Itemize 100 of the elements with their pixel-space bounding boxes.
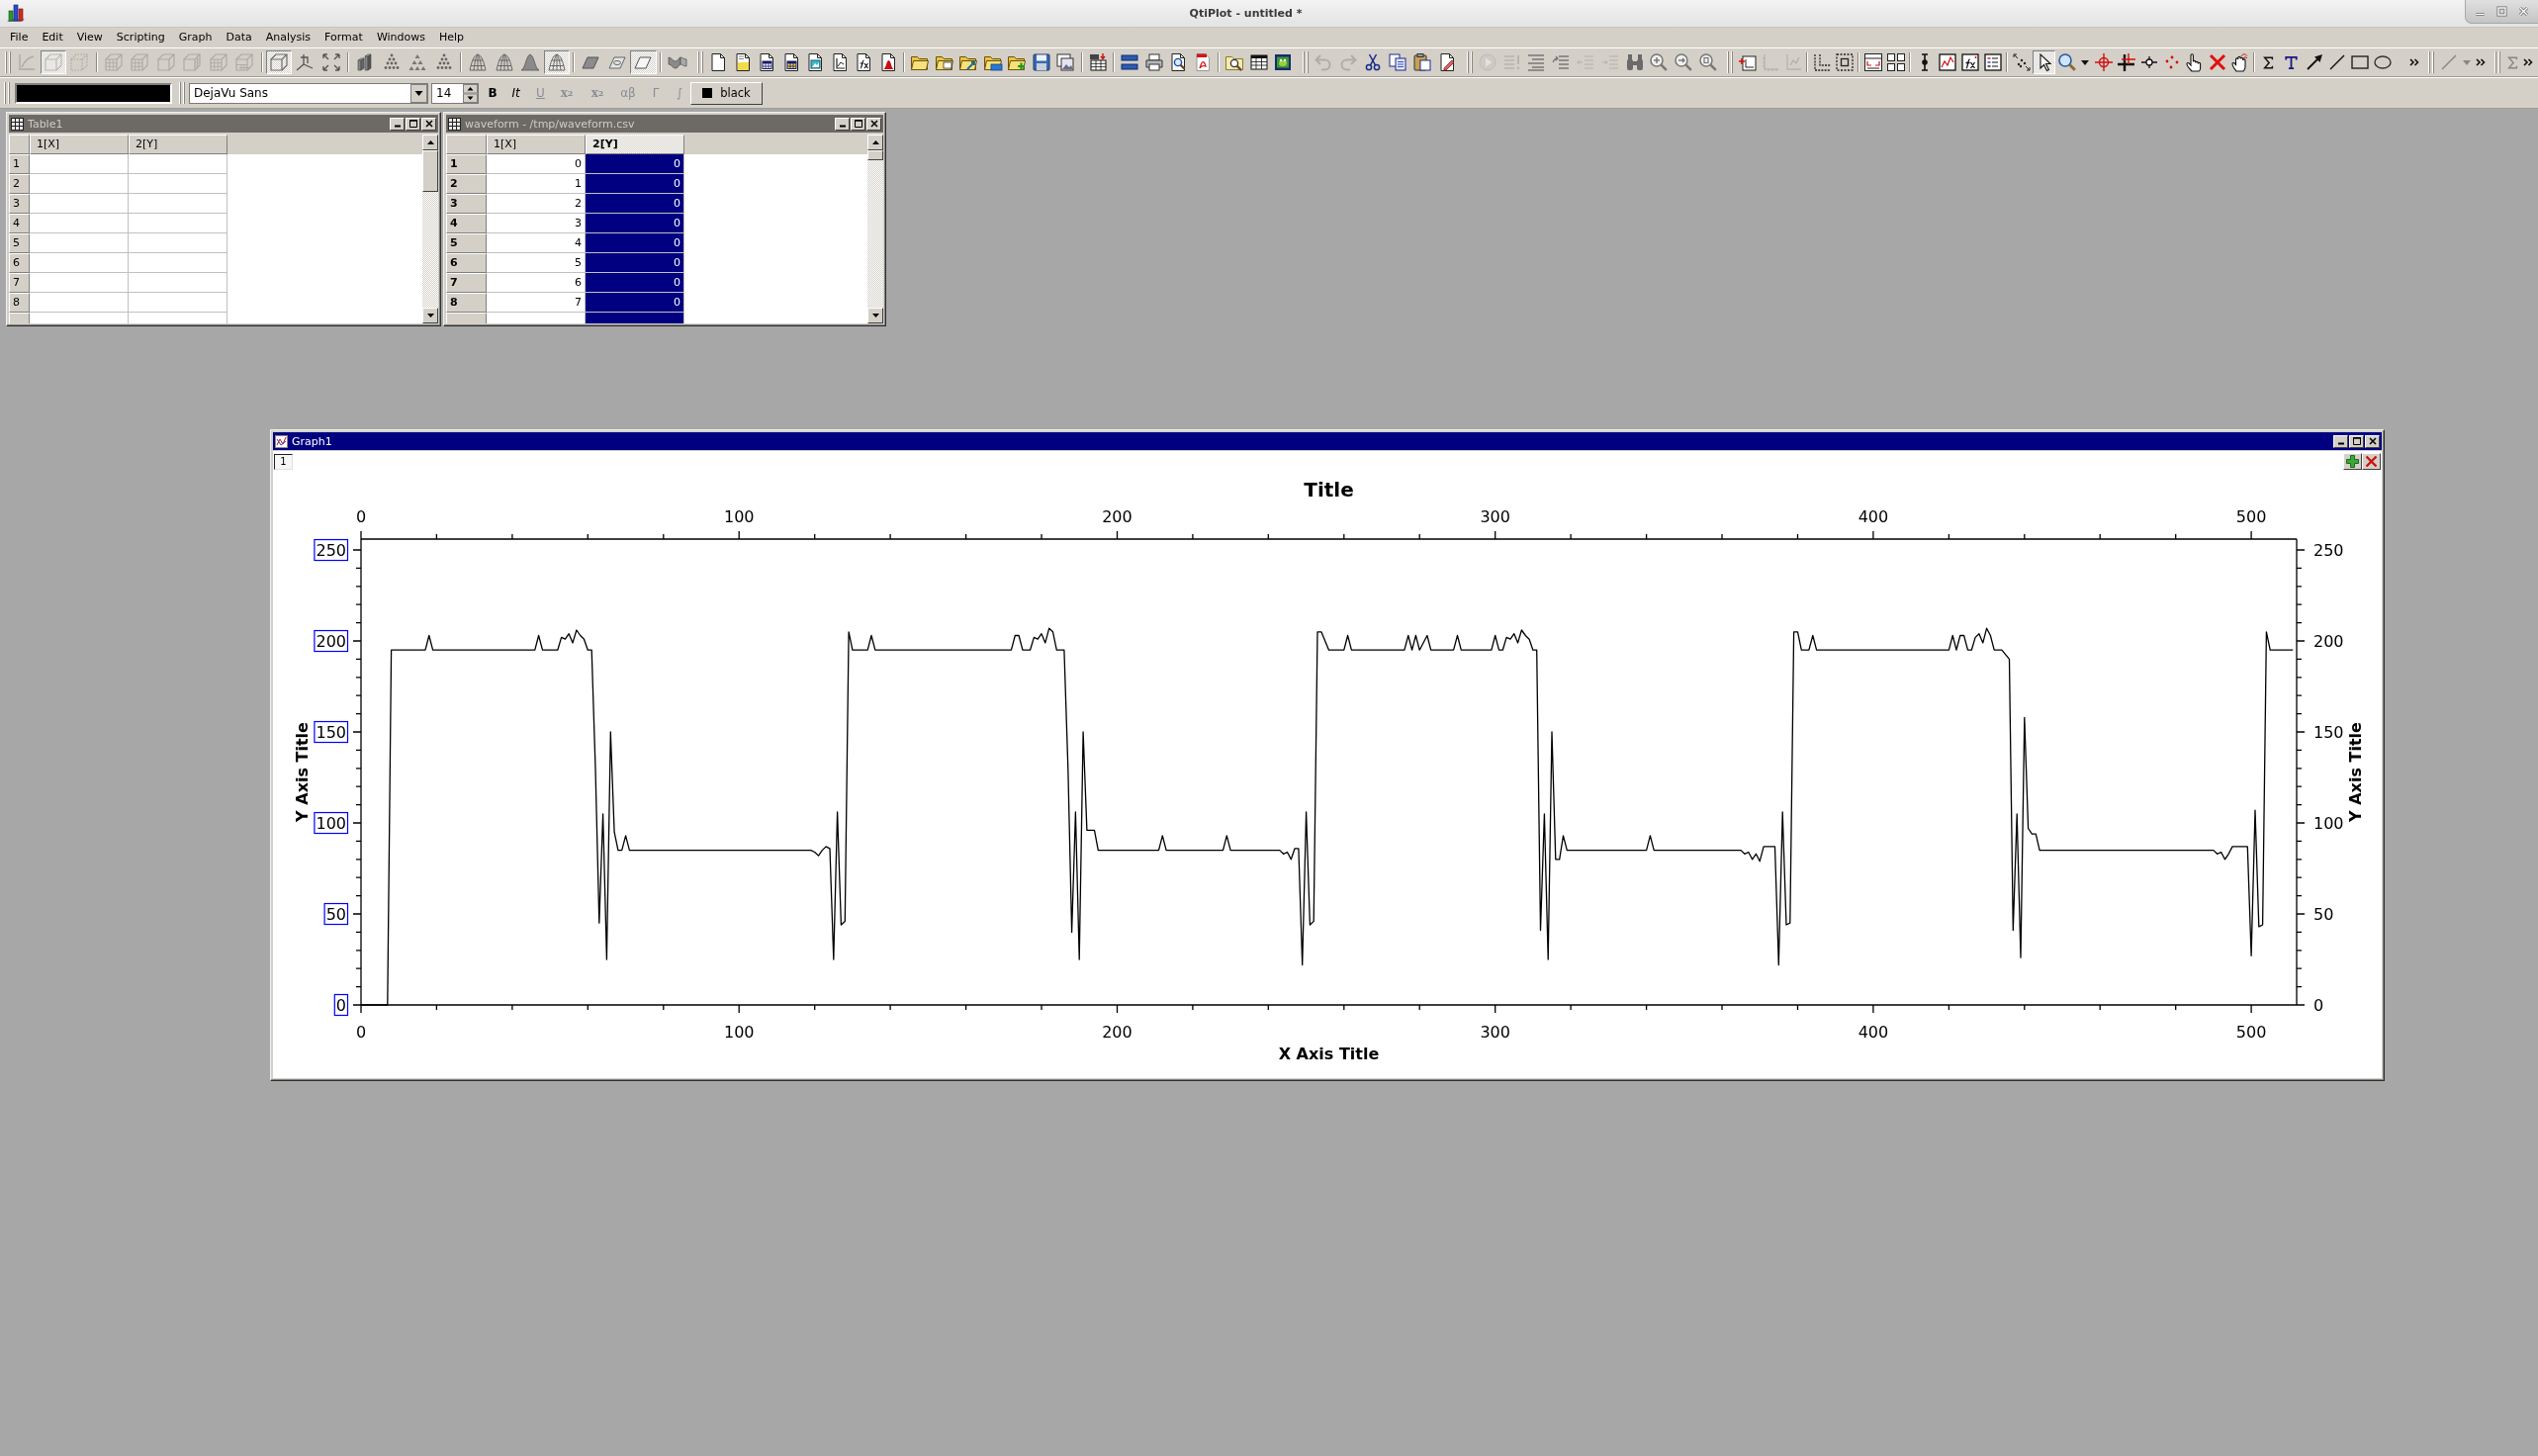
column-header[interactable]: 2[Y] (129, 135, 227, 154)
maximize-button[interactable] (851, 117, 865, 131)
menu-item[interactable]: Format (317, 30, 370, 46)
close-button[interactable] (2365, 434, 2380, 448)
column-header[interactable]: 1[X] (487, 135, 586, 154)
window-arrows-icon[interactable] (1862, 52, 1883, 72)
select-all-button[interactable] (9, 135, 30, 154)
scroll-thumb[interactable] (422, 150, 438, 192)
remove-button[interactable] (2362, 453, 2381, 470)
row-header[interactable]: 2 (9, 174, 30, 194)
outdent-icon[interactable] (1551, 52, 1572, 72)
axes-icon[interactable] (295, 52, 316, 72)
row-header[interactable]: 7 (446, 273, 487, 293)
scroll-up-button[interactable] (422, 135, 438, 150)
menu-item[interactable]: Help (432, 30, 472, 46)
add-button[interactable] (2343, 453, 2362, 470)
toolbar-handle[interactable] (2428, 51, 2435, 73)
image-windows-icon[interactable] (1055, 52, 1076, 72)
close-button[interactable] (421, 117, 436, 131)
scroll-down-button[interactable] (867, 308, 883, 323)
minimize-button[interactable] (835, 117, 850, 131)
close-icon[interactable] (2517, 6, 2529, 17)
corner-arrows-icon[interactable] (320, 52, 341, 72)
row-header[interactable]: 4 (446, 214, 487, 233)
row-header[interactable]: 3 (446, 194, 487, 214)
text-color-button[interactable]: black (690, 81, 763, 105)
italic-button[interactable]: It (503, 82, 528, 104)
two-bars-icon[interactable] (1120, 52, 1140, 72)
toolbar-handle[interactable] (1466, 51, 1473, 73)
menu-item[interactable]: File (3, 30, 36, 46)
window-plus-icon[interactable] (1737, 52, 1758, 72)
vertical-scrollbar[interactable] (422, 135, 438, 323)
row-header[interactable]: 8 (9, 293, 30, 313)
double-chevron-icon[interactable] (2409, 57, 2420, 67)
toolbar-handle[interactable] (179, 82, 185, 104)
binoculars-icon[interactable] (1624, 52, 1645, 72)
rectangle-icon[interactable] (2349, 52, 2370, 72)
clipboard-icon[interactable] (1412, 52, 1432, 72)
printer-icon[interactable] (1143, 52, 1164, 72)
row-header[interactable]: 3 (9, 194, 30, 214)
menu-item[interactable]: Data (219, 30, 259, 46)
scroll-down-button[interactable] (422, 308, 438, 323)
minimize-button[interactable] (390, 117, 405, 131)
picture-icon[interactable] (1273, 52, 1294, 72)
menu-item[interactable]: Scripting (109, 30, 172, 46)
crosshair-icon[interactable] (2116, 52, 2136, 72)
toolbar-handle[interactable] (697, 51, 703, 73)
hand-icon[interactable] (2229, 52, 2250, 72)
toolbar-handle[interactable] (1302, 51, 1309, 73)
text-icon[interactable] (2284, 54, 2300, 70)
line-chart-icon[interactable] (1937, 52, 1957, 72)
menu-item[interactable]: View (69, 30, 110, 46)
fill-color-button[interactable] (15, 82, 172, 104)
maximize-button[interactable] (406, 117, 420, 131)
row-header[interactable]: 1 (446, 154, 487, 174)
column-header[interactable]: 2[Y] (586, 135, 684, 154)
y-tick-label[interactable]: 100 (314, 811, 349, 835)
select-all-button[interactable] (446, 135, 487, 154)
caret-down-icon[interactable] (2081, 59, 2090, 65)
magnifier-icon[interactable] (1698, 52, 1719, 72)
sigma-icon[interactable] (2262, 55, 2276, 69)
scroll-thumb[interactable] (867, 150, 883, 160)
magnifier-icon[interactable] (2056, 52, 2077, 72)
menu-item[interactable]: Analysis (258, 30, 318, 46)
magnifier-icon[interactable] (1674, 52, 1694, 72)
function-icon[interactable] (1959, 52, 1980, 72)
toolbar-handle[interactable] (4, 82, 10, 104)
row-header[interactable]: 7 (9, 273, 30, 293)
y-tick-label[interactable]: 150 (314, 720, 349, 744)
y-tick-label[interactable]: 250 (314, 538, 349, 562)
scroll-up-button[interactable] (867, 135, 883, 150)
double-chevron-icon[interactable] (2476, 57, 2487, 67)
table-arrow-icon[interactable] (1087, 52, 1108, 72)
toolbar-handle[interactable] (2494, 51, 2501, 73)
minimize-button[interactable] (2333, 434, 2348, 448)
menu-item[interactable]: Edit (35, 30, 70, 46)
double-chevron-icon[interactable] (2523, 57, 2534, 67)
mesh-surface-icon[interactable] (468, 52, 489, 72)
table-window-icon[interactable] (1248, 52, 1269, 72)
scatter-icon[interactable] (2011, 52, 2032, 72)
row-header[interactable]: 6 (446, 253, 487, 273)
bell-surface-icon[interactable] (520, 52, 541, 72)
caret-down-icon[interactable] (410, 83, 427, 103)
save-icon[interactable] (1031, 52, 1051, 72)
scissors-icon[interactable] (1363, 52, 1383, 72)
font-combo[interactable]: DejaVu Sans (189, 82, 428, 104)
row-header[interactable]: 4 (9, 214, 30, 233)
maximize-icon[interactable] (2496, 6, 2507, 17)
row-header[interactable]: 5 (446, 233, 487, 253)
frame-icon[interactable] (1834, 52, 1855, 72)
layer-button[interactable]: 1 (274, 454, 293, 470)
mesh-surface-icon[interactable] (494, 52, 514, 72)
triangle-pyramid-icon[interactable] (408, 52, 428, 72)
row-header[interactable]: 5 (9, 233, 30, 253)
bold-button[interactable]: B (482, 82, 503, 104)
legend-icon[interactable] (1982, 52, 2003, 72)
spin-arrows-icon[interactable] (463, 83, 478, 103)
font-size-spinbox[interactable]: 14 (431, 82, 479, 104)
close-button[interactable] (866, 117, 881, 131)
menu-item[interactable]: Graph (171, 30, 220, 46)
